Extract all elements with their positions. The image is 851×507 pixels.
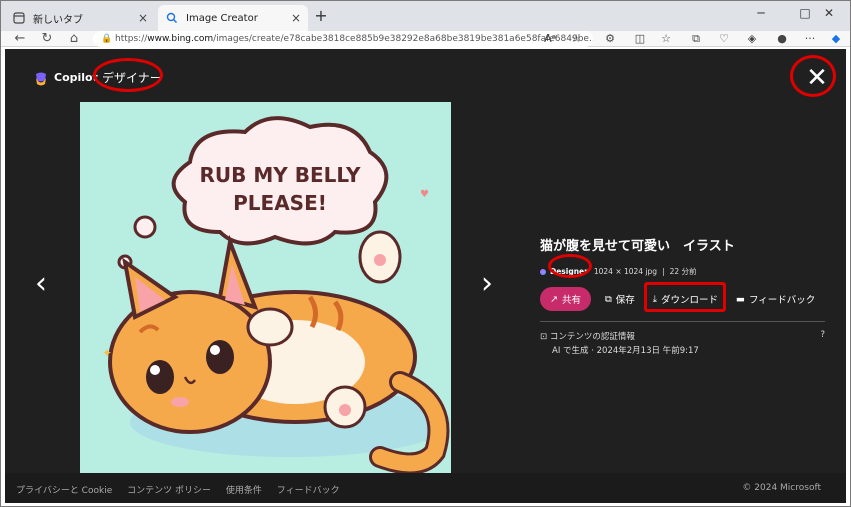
profile-avatar-icon[interactable]: ● <box>773 31 791 47</box>
content-credentials: ⊡ コンテンツの認証情報 ? <box>540 330 825 342</box>
refresh-icon[interactable]: ↻ <box>38 31 56 47</box>
tab-label: Image Creator <box>186 12 258 24</box>
url-scheme: https:// <box>115 34 148 44</box>
credentials-detail: AI で生成 · 2024年2月13日 午前9:17 <box>552 346 699 356</box>
page-footer: プライバシーと Cookie コンテンツ ポリシー 使用条件 フィードバック ©… <box>5 473 846 503</box>
tab-new-tab[interactable]: 新しいタブ × <box>5 5 155 31</box>
meta-separator: | <box>662 267 665 276</box>
credentials-title: コンテンツの認証情報 <box>549 332 635 342</box>
bing-search-icon <box>166 12 178 24</box>
url-host: www.bing.com <box>147 34 214 44</box>
footer-link-feedback[interactable]: フィードバック <box>277 486 340 496</box>
favorites-icon[interactable]: ☆ <box>657 31 675 47</box>
share-button[interactable]: ↗ 共有 <box>540 287 591 311</box>
highlight-annotation <box>644 282 726 312</box>
copyright: © 2024 Microsoft <box>742 483 821 493</box>
favorite-star-icon[interactable]: ☆ <box>567 31 585 47</box>
edge-tools-icon[interactable]: ◈ <box>743 31 761 47</box>
read-aloud-icon[interactable]: Aᵃ <box>541 31 559 47</box>
image-viewer: Copilot デザイナー ✕ ‹ › RUB MY BELLY PLEASE! <box>5 49 846 503</box>
home-icon[interactable]: ⌂ <box>65 31 83 47</box>
window-close-button[interactable]: ✕ <box>807 1 850 29</box>
collections-icon[interactable]: ⧉ <box>687 31 705 47</box>
tab-strip: 新しいタブ × Image Creator × + ─ □ ✕ <box>1 1 850 31</box>
browser-window: 新しいタブ × Image Creator × + ─ □ ✕ ← ↻ ⌂ 🔒 … <box>0 0 851 507</box>
image-time-ago: 22 分前 <box>669 267 697 276</box>
save-icon: ⧉ <box>604 293 612 305</box>
extensions-icon[interactable]: ⚙ <box>601 31 619 47</box>
share-icon: ↗ <box>550 293 558 305</box>
svg-text:♥: ♥ <box>420 189 429 200</box>
minimize-button[interactable]: ─ <box>739 1 783 29</box>
cat-illustration: RUB MY BELLY PLEASE! ✦ ♥ <box>80 102 451 473</box>
copilot-icon[interactable]: ◆ <box>827 31 845 47</box>
more-menu-icon[interactable]: ··· <box>801 31 819 47</box>
viewer-header: Copilot デザイナー ✕ <box>5 49 846 109</box>
credentials-icon: ⊡ <box>540 332 548 342</box>
previous-image-arrow[interactable]: ‹ <box>35 269 47 299</box>
tab-label: 新しいタブ <box>33 14 83 26</box>
divider <box>540 321 825 322</box>
next-image-arrow[interactable]: › <box>481 269 493 299</box>
feedback-label: フィードバック <box>749 295 816 306</box>
image-dimensions: 1024 × 1024 jpg <box>593 267 658 276</box>
feedback-button[interactable]: ▬ フィードバック <box>732 288 819 310</box>
save-button[interactable]: ⧉ 保存 <box>601 288 639 310</box>
generated-image[interactable]: RUB MY BELLY PLEASE! ✦ ♥ <box>80 102 451 473</box>
highlight-annotation <box>790 55 836 97</box>
close-tab-icon[interactable]: × <box>135 11 151 25</box>
footer-link-content-policy[interactable]: コンテンツ ポリシー <box>127 486 211 496</box>
save-label: 保存 <box>615 295 635 306</box>
copilot-logo-icon <box>33 71 49 87</box>
url-path: /images/create/e78cabe3818ce885b9e38292e… <box>213 34 593 44</box>
designer-badge-icon <box>540 268 546 275</box>
footer-link-privacy[interactable]: プライバシーと Cookie <box>16 486 112 496</box>
lock-icon: 🔒 <box>101 34 113 44</box>
close-tab-icon[interactable]: × <box>288 11 304 25</box>
highlight-annotation <box>548 254 592 278</box>
highlight-annotation <box>93 58 163 92</box>
address-bar[interactable]: 🔒 https://www.bing.com/images/create/e78… <box>93 31 593 47</box>
back-icon[interactable]: ← <box>11 31 29 47</box>
split-screen-icon[interactable]: ◫ <box>631 31 649 47</box>
help-icon[interactable]: ? <box>820 330 825 342</box>
footer-link-terms[interactable]: 使用条件 <box>226 486 262 496</box>
feedback-icon: ▬ <box>736 293 745 305</box>
tab-image-creator[interactable]: Image Creator × <box>158 5 308 31</box>
speech-line-2: PLEASE! <box>233 191 327 215</box>
page-icon <box>13 12 25 24</box>
image-title: 猫が腹を見せて可愛い イラスト <box>540 239 735 254</box>
browser-essentials-icon[interactable]: ♡ <box>715 31 733 47</box>
footer-links: プライバシーと Cookie コンテンツ ポリシー 使用条件 フィードバック <box>16 483 352 496</box>
speech-line-1: RUB MY BELLY <box>200 163 361 187</box>
svg-text:✦: ✦ <box>102 346 112 360</box>
new-tab-button[interactable]: + <box>311 7 331 27</box>
brand-name: Copilot <box>54 71 98 84</box>
share-label: 共有 <box>561 295 581 306</box>
